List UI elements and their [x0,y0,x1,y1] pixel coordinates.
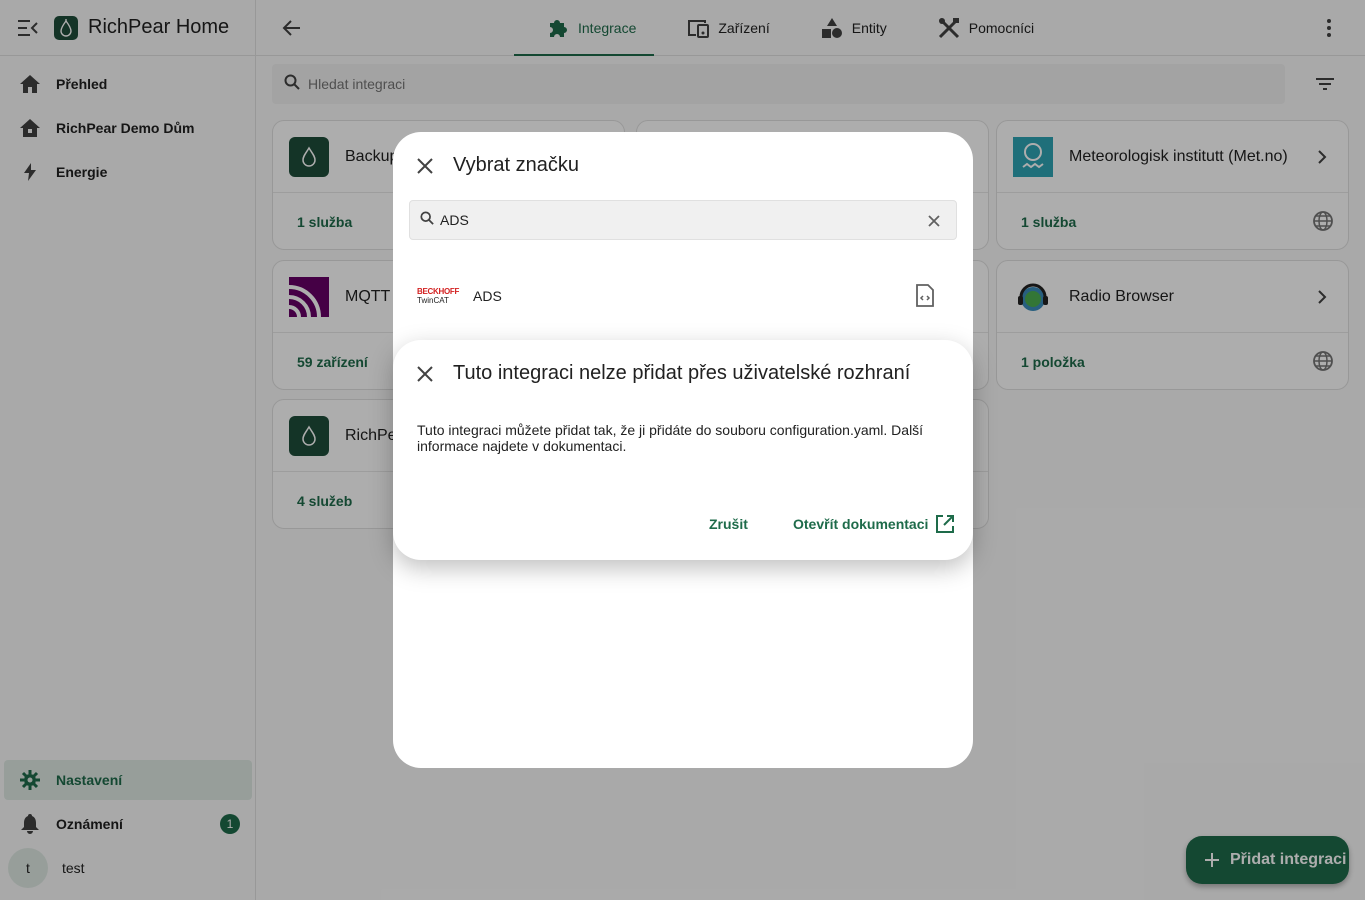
cancel-button[interactable]: Zrušit [697,508,760,540]
brand-search-bar [409,200,957,240]
close-icon[interactable] [413,154,437,178]
unsupported-integration-dialog: Tuto integraci nelze přidat přes uživate… [393,340,973,560]
beckhoff-logo-icon: BECKHOFF TwinCAT [417,286,460,305]
open-docs-button[interactable]: Otevřít dokumentaci [781,508,968,540]
open-in-new-icon [934,513,956,535]
clear-icon[interactable] [924,211,944,231]
brand-name: ADS [473,288,502,304]
dialog-body: Tuto integraci můžete přidat tak, že ji … [417,422,924,454]
open-docs-label: Otevřít dokumentaci [793,516,929,532]
brand-search-input[interactable] [440,212,920,228]
dialog-title: Tuto integraci nelze přidat přes uživate… [453,362,911,384]
close-icon[interactable] [413,362,437,386]
brand-list-item[interactable]: BECKHOFF TwinCAT ADS [393,272,973,320]
search-icon [420,210,434,230]
yaml-file-icon [915,284,939,308]
dialog-title: Vybrat značku [453,154,579,176]
